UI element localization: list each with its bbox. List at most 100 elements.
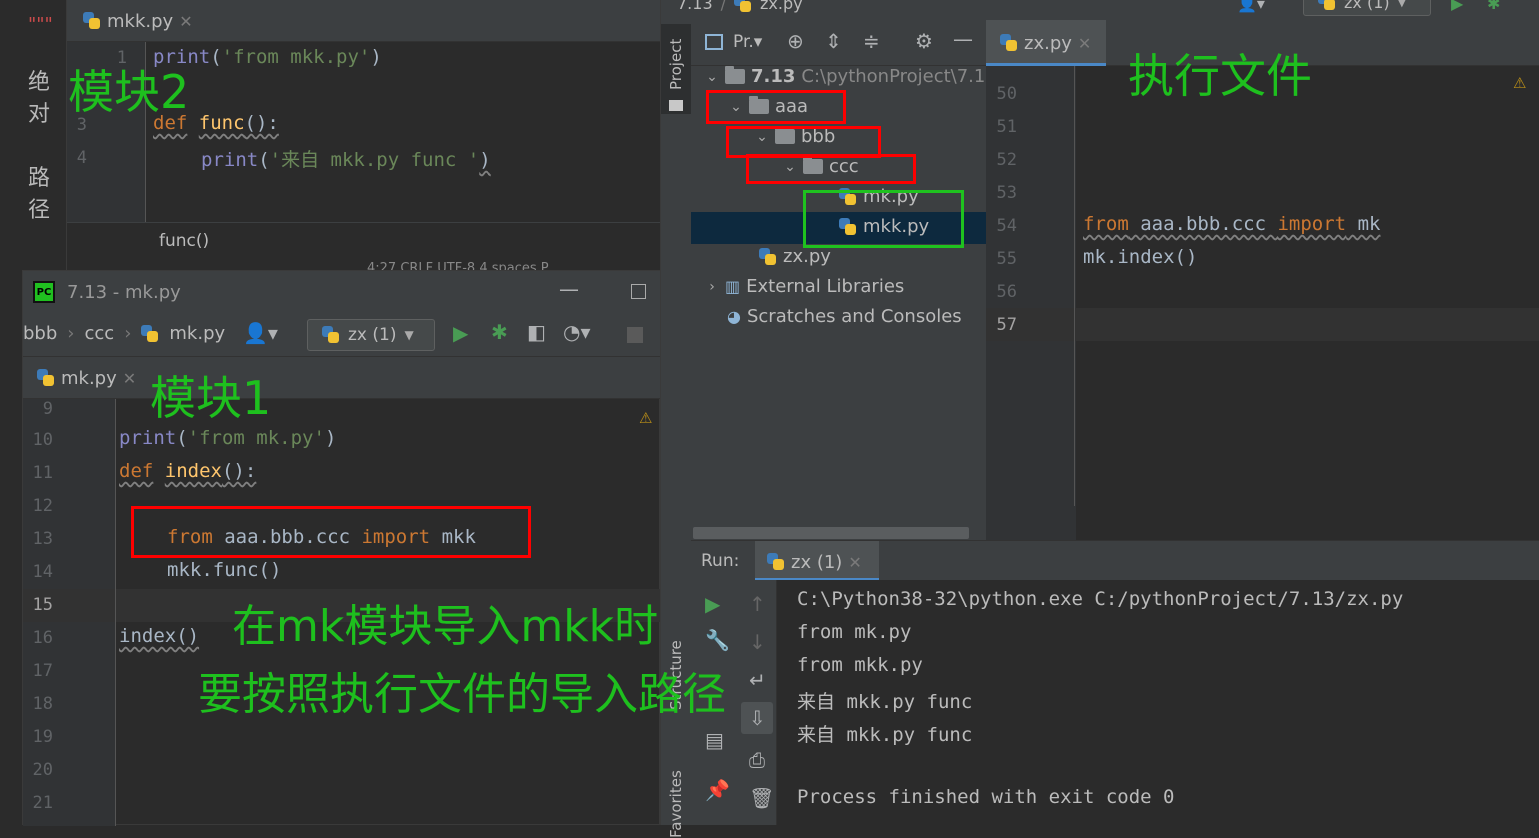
warning-icon[interactable]: ⚠ bbox=[639, 409, 652, 427]
close-icon[interactable]: ✕ bbox=[848, 553, 861, 572]
close-icon[interactable]: ✕ bbox=[179, 12, 192, 31]
line-number: 18 bbox=[32, 694, 53, 714]
project-tool-tab[interactable]: Project bbox=[667, 39, 685, 90]
pin-icon[interactable]: 📌 bbox=[705, 780, 730, 800]
locate-icon[interactable]: ⊕ bbox=[787, 31, 804, 51]
line-number: 17 bbox=[32, 661, 53, 681]
library-icon: ▥ bbox=[725, 277, 741, 296]
tree-external-libraries[interactable]: › ▥ External Libraries bbox=[705, 276, 904, 297]
breadcrumb-func[interactable]: func() bbox=[159, 231, 209, 251]
coverage-icon[interactable]: ◧ bbox=[527, 322, 546, 342]
code-line-16[interactable]: index() bbox=[119, 625, 199, 647]
python-config-icon bbox=[322, 326, 340, 344]
user-icon[interactable]: 👤▾ bbox=[243, 323, 278, 343]
rerun-icon[interactable]: ▶ bbox=[705, 594, 720, 614]
line-number: 54 bbox=[996, 216, 1017, 236]
warning-icon[interactable]: ⚠ bbox=[1513, 74, 1526, 92]
console-line: Process finished with exit code 0 bbox=[797, 786, 1175, 808]
run-icon[interactable]: ▶ bbox=[1451, 0, 1463, 12]
line-number: 10 bbox=[32, 430, 53, 450]
gear-icon[interactable]: ⚙ bbox=[915, 31, 933, 51]
chevron-right-icon: › bbox=[67, 323, 75, 344]
highlight-box-aaa bbox=[706, 90, 846, 124]
line-number: 52 bbox=[996, 150, 1017, 170]
line-number: 50 bbox=[996, 84, 1017, 104]
run-tab-label: zx (1) bbox=[791, 551, 843, 573]
run-tab-zx[interactable]: zx (1) ✕ bbox=[767, 550, 862, 574]
layout-icon[interactable]: ▤ bbox=[705, 730, 724, 750]
folder-icon bbox=[725, 66, 745, 84]
project-view-select[interactable]: Pr.▾ bbox=[733, 32, 762, 52]
down-arrow-icon[interactable]: ↓ bbox=[749, 632, 766, 652]
breadcrumb-ccc[interactable]: ccc bbox=[84, 323, 114, 344]
minimize-icon[interactable]: — bbox=[559, 279, 579, 299]
run-icon[interactable]: ▶ bbox=[453, 323, 468, 343]
maximize-icon[interactable] bbox=[631, 284, 646, 299]
run-config-select[interactable]: zx (1) ▼ bbox=[307, 319, 435, 351]
annotation-module1: 模块1 bbox=[150, 371, 272, 425]
annotation-exec-file: 执行文件 bbox=[1128, 49, 1312, 103]
line-number: 12 bbox=[32, 496, 53, 516]
code-line-14[interactable]: mkk.func() bbox=[167, 559, 281, 581]
python-config-icon bbox=[767, 553, 785, 571]
stop-icon[interactable] bbox=[627, 327, 643, 343]
run-config-select[interactable]: zx (1) ▼ bbox=[1303, 0, 1431, 16]
breadcrumb-7-13[interactable]: 7.13 bbox=[677, 0, 713, 13]
code-line-55[interactable]: mk.index() bbox=[1083, 246, 1197, 268]
profile-icon[interactable]: ◔▾ bbox=[563, 322, 591, 342]
chevron-right-icon: › bbox=[124, 323, 132, 344]
top-navigation-bar: 7.13 / zx.py 👤▾ zx (1) ▼ ▶ ✱ bbox=[661, 0, 1539, 20]
scroll-to-end-icon[interactable]: ⇩ bbox=[749, 708, 766, 728]
line-number: 4 bbox=[76, 148, 87, 168]
up-arrow-icon[interactable]: ↑ bbox=[749, 594, 766, 614]
tab-mkk-py[interactable]: mkk.py ✕ bbox=[83, 9, 193, 33]
close-icon[interactable]: ✕ bbox=[1078, 34, 1091, 53]
user-icon[interactable]: 👤▾ bbox=[1237, 0, 1265, 12]
run-label: Run: bbox=[701, 551, 740, 571]
project-horizontal-scrollbar[interactable] bbox=[693, 527, 969, 539]
run-panel-header: Run: zx (1) ✕ bbox=[691, 540, 1539, 581]
wrench-icon[interactable]: 🔧 bbox=[705, 630, 730, 650]
close-icon[interactable]: ✕ bbox=[123, 369, 136, 388]
print-icon[interactable]: ⎙ bbox=[749, 750, 765, 770]
breadcrumb-zx-py[interactable]: zx.py bbox=[760, 0, 803, 13]
tab-label: mk.py bbox=[61, 367, 117, 389]
line-number: 53 bbox=[996, 183, 1017, 203]
breadcrumb-mk-py[interactable]: mk.py bbox=[169, 323, 225, 344]
tree-root-label: 7.13 bbox=[751, 66, 796, 87]
python-file-icon bbox=[734, 0, 752, 13]
debug-icon[interactable]: ✱ bbox=[1487, 0, 1500, 12]
highlight-box-mk-files bbox=[803, 190, 964, 248]
tab-mk-py[interactable]: mk.py ✕ bbox=[37, 366, 136, 390]
tree-scratches[interactable]: ◕ Scratches and Consoles bbox=[727, 306, 962, 327]
gutter-divider bbox=[115, 399, 116, 826]
project-toolbar: Pr.▾ ⊕ ⇕ ≑ ⚙ — bbox=[691, 20, 986, 66]
chevron-down-icon: ▼ bbox=[1397, 0, 1407, 9]
tree-file-zx[interactable]: zx.py bbox=[759, 246, 831, 267]
code-line-4[interactable]: print('来自 mkk.py func ') bbox=[201, 145, 491, 172]
separator: / bbox=[720, 0, 727, 13]
console-line: 来自 mkk.py func bbox=[797, 724, 973, 746]
debug-icon[interactable]: ✱ bbox=[491, 322, 508, 342]
code-line-54[interactable]: from aaa.bbb.ccc import mk bbox=[1083, 213, 1380, 235]
mk-tab-bar: mk.py ✕ bbox=[23, 357, 661, 399]
line-number: 9 bbox=[42, 399, 53, 419]
code-line-11[interactable]: def index(): bbox=[119, 460, 256, 482]
run-console-output[interactable]: C:\Python38-32\python.exe C:/pythonProje… bbox=[777, 580, 1539, 825]
python-file-icon bbox=[37, 369, 55, 387]
expand-all-icon[interactable]: ⇕ bbox=[825, 31, 842, 51]
pycharm-logo-icon: PC bbox=[33, 281, 55, 303]
collapse-all-icon[interactable]: ≑ bbox=[863, 31, 880, 51]
trash-icon[interactable]: 🗑 bbox=[749, 788, 774, 808]
soft-wrap-icon[interactable]: ↵ bbox=[749, 670, 766, 690]
tree-root[interactable]: ⌄ 7.13 C:\pythonProject\7.1 bbox=[705, 66, 985, 87]
doc-quote: """ bbox=[28, 14, 53, 35]
breadcrumb-bbb[interactable]: bbb bbox=[23, 323, 57, 344]
favorites-tool-tab[interactable]: Favorites bbox=[667, 770, 685, 838]
tree-label: Scratches and Consoles bbox=[746, 306, 962, 327]
tab-label: zx.py bbox=[1024, 32, 1072, 54]
code-line-10[interactable]: print('from mk.py') bbox=[119, 427, 336, 449]
hide-icon[interactable]: — bbox=[953, 29, 973, 49]
tab-zx-py[interactable]: zx.py ✕ bbox=[1000, 31, 1091, 55]
line-number: 56 bbox=[996, 282, 1017, 302]
